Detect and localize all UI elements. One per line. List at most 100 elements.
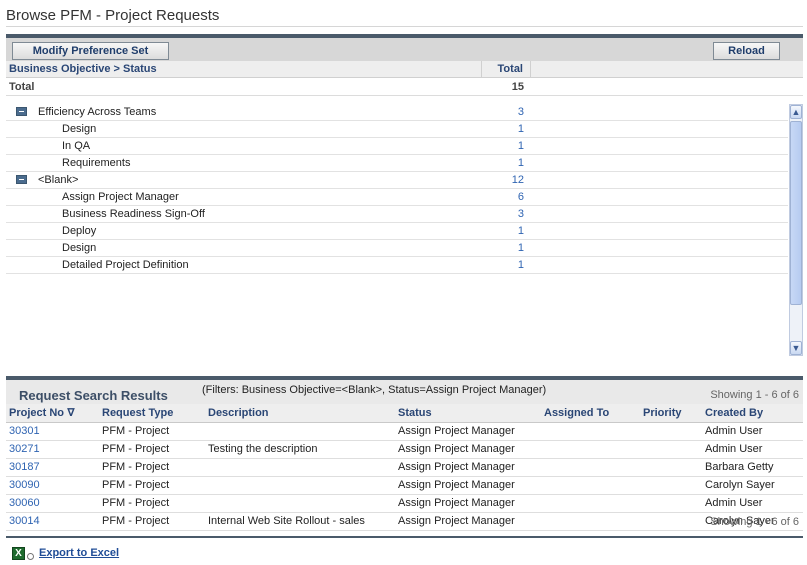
collapse-icon[interactable]	[16, 107, 27, 116]
table-cell: Carolyn Sayer	[702, 476, 803, 495]
table-row[interactable]: 30014 PFM - Project Internal Web Site Roll…	[6, 512, 803, 531]
table-row[interactable]: 30090 PFM - Project Assign Project Manager…	[6, 476, 803, 495]
table-cell: Testing the description	[205, 440, 395, 459]
row-count-link[interactable]: 3	[482, 208, 530, 220]
row-label: Assign Project Manager	[62, 191, 179, 203]
project-number-link[interactable]: 30271	[6, 440, 99, 459]
table-cell: Assign Project Manager	[395, 440, 541, 459]
column-header[interactable]: Priority	[640, 404, 702, 423]
status-row: Requirements 1	[6, 155, 788, 172]
table-cell: Assign Project Manager	[395, 422, 541, 441]
table-cell: Admin User	[702, 494, 803, 513]
status-row: Deploy 1	[6, 223, 788, 240]
status-row: Business Readiness Sign-Off 3	[6, 206, 788, 223]
scroll-down-icon[interactable]: ▼	[790, 341, 802, 355]
table-cell: Admin User	[702, 440, 803, 459]
table-cell	[640, 422, 702, 441]
table-cell: Assign Project Manager	[395, 458, 541, 477]
status-row: Design 1	[6, 240, 788, 257]
row-count-link[interactable]: 3	[482, 106, 530, 118]
group-column-header: Business Objective > Status	[9, 63, 157, 75]
row-label: Design	[62, 242, 97, 254]
column-header[interactable]: Created By	[702, 404, 803, 423]
row-count-link[interactable]: 1	[482, 140, 530, 152]
scrollbar-thumb[interactable]	[790, 121, 802, 305]
table-cell	[541, 494, 640, 513]
total-label: Total	[9, 81, 35, 93]
table-cell: Barbara Getty	[702, 458, 803, 477]
summary-tree: Efficiency Across Teams 3 Design 1 In QA 1 Req…	[6, 104, 788, 274]
row-label: Design	[62, 123, 97, 135]
table-cell: PFM - Project	[99, 422, 205, 441]
row-label: Requirements	[62, 157, 131, 169]
table-row[interactable]: 30060 PFM - Project Assign Project Manager…	[6, 494, 803, 513]
row-count-link[interactable]: 1	[482, 242, 530, 254]
row-count-link[interactable]: 12	[482, 174, 530, 186]
total-value: 15	[511, 81, 524, 93]
table-cell: PFM - Project	[99, 494, 205, 513]
table-cell: PFM - Project	[99, 440, 205, 459]
row-label: Business Readiness Sign-Off	[62, 208, 205, 220]
project-number-link[interactable]: 30060	[6, 494, 99, 513]
table-cell	[640, 476, 702, 495]
status-row: Design 1	[6, 121, 788, 138]
summary-grid-header: Business Objective > Status Total	[6, 61, 803, 78]
column-header[interactable]: Status	[395, 404, 541, 423]
reload-button[interactable]: Reload	[713, 42, 780, 60]
column-header[interactable]: Description	[205, 404, 395, 423]
row-label: Detailed Project Definition	[62, 259, 189, 271]
table-cell	[205, 494, 395, 513]
results-count-top: Showing 1 - 6 of 6	[710, 389, 799, 401]
summary-panel: Modify Preference Set Reload Business Ob…	[6, 34, 803, 360]
title-divider	[6, 26, 803, 27]
column-header[interactable]: Assigned To	[541, 404, 640, 423]
table-cell	[205, 476, 395, 495]
table-cell	[640, 512, 702, 531]
scroll-up-icon[interactable]: ▲	[790, 105, 802, 119]
registered-mark-icon	[27, 553, 34, 560]
table-cell	[541, 458, 640, 477]
table-cell	[541, 476, 640, 495]
project-number-link[interactable]: 30187	[6, 458, 99, 477]
project-number-link[interactable]: 30014	[6, 512, 99, 531]
status-row: In QA 1	[6, 138, 788, 155]
total-row: Total 15	[6, 79, 803, 96]
table-row[interactable]: 30271 PFM - Project Testing the descriptio…	[6, 440, 803, 459]
table-cell	[640, 440, 702, 459]
project-number-link[interactable]: 30301	[6, 422, 99, 441]
collapse-icon[interactable]	[16, 175, 27, 184]
results-header: Request Search Results (Filters: Busines…	[6, 376, 803, 404]
table-cell	[205, 458, 395, 477]
summary-toolbar: Modify Preference Set Reload	[6, 34, 803, 61]
row-count-link[interactable]: 1	[482, 157, 530, 169]
table-cell: PFM - Project	[99, 476, 205, 495]
row-count-link[interactable]: 1	[482, 123, 530, 135]
results-table-header: Project No ∇ Request Type Description Statu…	[6, 404, 803, 423]
table-cell: PFM - Project	[99, 512, 205, 531]
row-label: <Blank>	[38, 174, 79, 186]
results-table: Project No ∇ Request Type Description Statu…	[6, 404, 803, 531]
row-count-link[interactable]: 1	[482, 259, 530, 271]
project-number-link[interactable]: 30090	[6, 476, 99, 495]
row-label: Deploy	[62, 225, 97, 237]
column-header[interactable]: Project No ∇	[6, 404, 99, 423]
excel-icon[interactable]: X	[12, 547, 25, 560]
export-to-excel-link[interactable]: Export to Excel	[39, 547, 119, 559]
table-cell	[541, 422, 640, 441]
table-cell: Admin User	[702, 422, 803, 441]
vertical-scrollbar[interactable]: ▲ ▼	[789, 104, 803, 356]
status-row: Assign Project Manager 6	[6, 189, 788, 206]
row-label: In QA	[62, 140, 91, 152]
footer-divider	[6, 536, 803, 538]
table-row[interactable]: 30187 PFM - Project Assign Project Manager…	[6, 458, 803, 477]
table-cell: Assign Project Manager	[395, 494, 541, 513]
column-header[interactable]: Request Type	[99, 404, 205, 423]
table-row[interactable]: 30301 PFM - Project Assign Project Manager…	[6, 422, 803, 441]
total-column-header: Total	[481, 61, 531, 78]
table-cell: PFM - Project	[99, 458, 205, 477]
row-count-link[interactable]: 6	[482, 191, 530, 203]
group-row: Efficiency Across Teams 3	[6, 104, 788, 121]
row-label: Efficiency Across Teams	[38, 106, 157, 118]
row-count-link[interactable]: 1	[482, 225, 530, 237]
modify-preference-set-button[interactable]: Modify Preference Set	[12, 42, 169, 60]
